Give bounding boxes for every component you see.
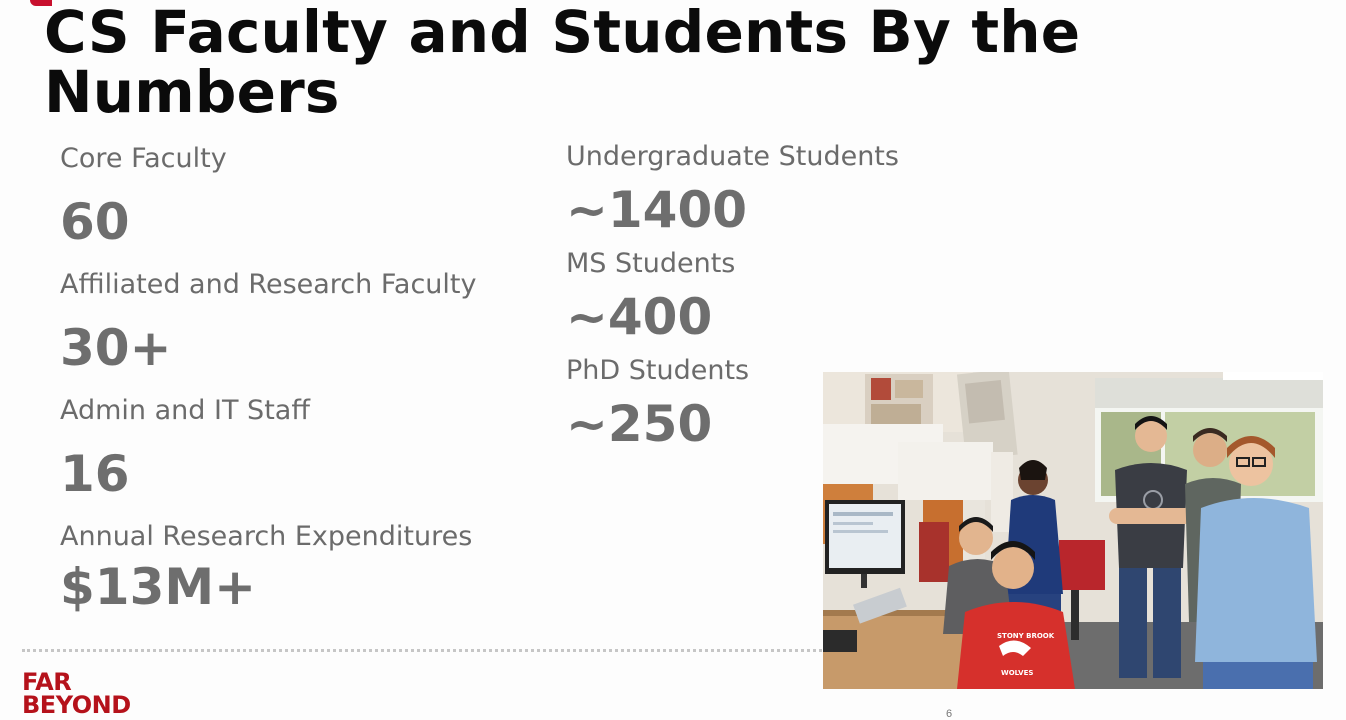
stat-value-affiliated-faculty: 30+ bbox=[60, 319, 172, 377]
slide: CS Faculty and Students By the Numbers C… bbox=[0, 0, 1346, 720]
stat-label-undergraduate: Undergraduate Students bbox=[566, 141, 899, 172]
stat-value-core-faculty: 60 bbox=[60, 193, 130, 251]
stat-value-undergraduate: ~1400 bbox=[566, 181, 748, 239]
stat-label-admin-staff: Admin and IT Staff bbox=[60, 395, 310, 426]
footer-divider bbox=[22, 649, 822, 652]
stat-label-ms-students: MS Students bbox=[566, 248, 736, 279]
faculty-stats: Core Faculty 60 Affiliated and Research … bbox=[60, 141, 540, 619]
shirt-text-line2: WOLVES bbox=[1001, 669, 1033, 677]
slide-title: CS Faculty and Students By the Numbers bbox=[44, 0, 1081, 126]
stat-label-core-faculty: Core Faculty bbox=[60, 143, 227, 174]
stat-value-admin-staff: 16 bbox=[60, 445, 130, 503]
stat-value-research-expenditures: $13M+ bbox=[60, 558, 257, 616]
stat-label-research-expenditures: Annual Research Expenditures bbox=[60, 521, 473, 552]
stat-value-ms-students: ~400 bbox=[566, 288, 713, 346]
shirt-text-line1: STONY BROOK bbox=[997, 632, 1055, 640]
far-beyond-logo: FAR BEYOND bbox=[22, 670, 162, 719]
page-number: 6 bbox=[946, 708, 953, 720]
stat-label-affiliated-faculty: Affiliated and Research Faculty bbox=[60, 269, 477, 300]
group-photo: STONY BROOK WOLVES bbox=[823, 372, 1323, 689]
logo-line-beyond: BEYOND bbox=[22, 691, 131, 719]
